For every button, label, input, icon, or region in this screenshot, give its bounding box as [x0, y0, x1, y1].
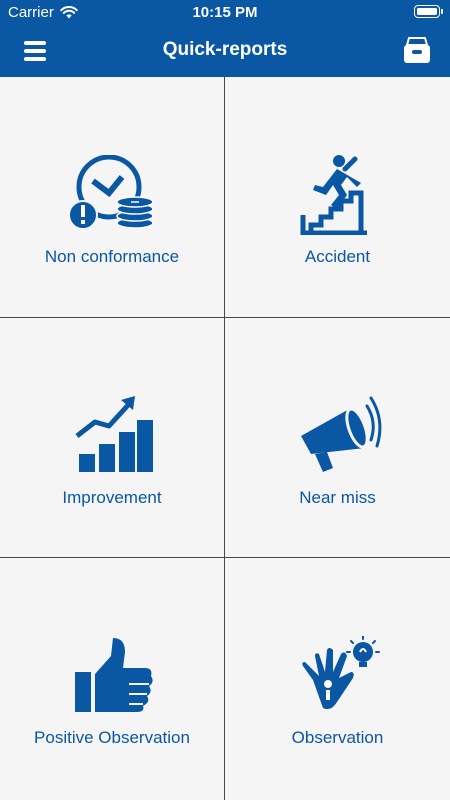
growth-chart-icon — [75, 396, 153, 472]
tile-label: Improvement — [62, 488, 162, 507]
archive-box-icon[interactable] — [402, 37, 432, 65]
tile-label: Observation — [291, 728, 384, 747]
app-header: Carrier 10:15 PM Quick-reports — [0, 0, 450, 77]
nav-bar: Quick-reports — [0, 26, 450, 77]
tile-label: Positive Observation — [34, 728, 190, 747]
tile-label: Non conformance — [44, 247, 180, 266]
megaphone-icon — [300, 396, 381, 472]
tile-label: Near miss — [299, 488, 376, 507]
status-time: 10:15 PM — [192, 4, 258, 21]
status-bar: Carrier 10:15 PM — [0, 0, 450, 26]
falling-person-icon — [300, 155, 367, 235]
hand-lightbulb-icon — [301, 636, 380, 710]
tile-label: Accident — [304, 247, 371, 266]
quick-report-grid: Non conformance Accident Improvement Nea… — [0, 77, 450, 800]
page-title: Quick-reports — [162, 39, 288, 60]
tile-non-conformance[interactable]: Non conformance — [0, 77, 225, 318]
tile-positive-observation[interactable]: Positive Observation — [0, 558, 225, 800]
battery-icon — [414, 5, 443, 18]
thumbs-up-icon — [75, 638, 153, 712]
clock-coins-warning-icon — [68, 155, 154, 230]
tile-accident[interactable]: Accident — [225, 77, 450, 318]
tile-observation[interactable]: Observation — [225, 558, 450, 800]
tile-improvement[interactable]: Improvement — [0, 318, 225, 558]
tile-near-miss[interactable]: Near miss — [225, 318, 450, 558]
